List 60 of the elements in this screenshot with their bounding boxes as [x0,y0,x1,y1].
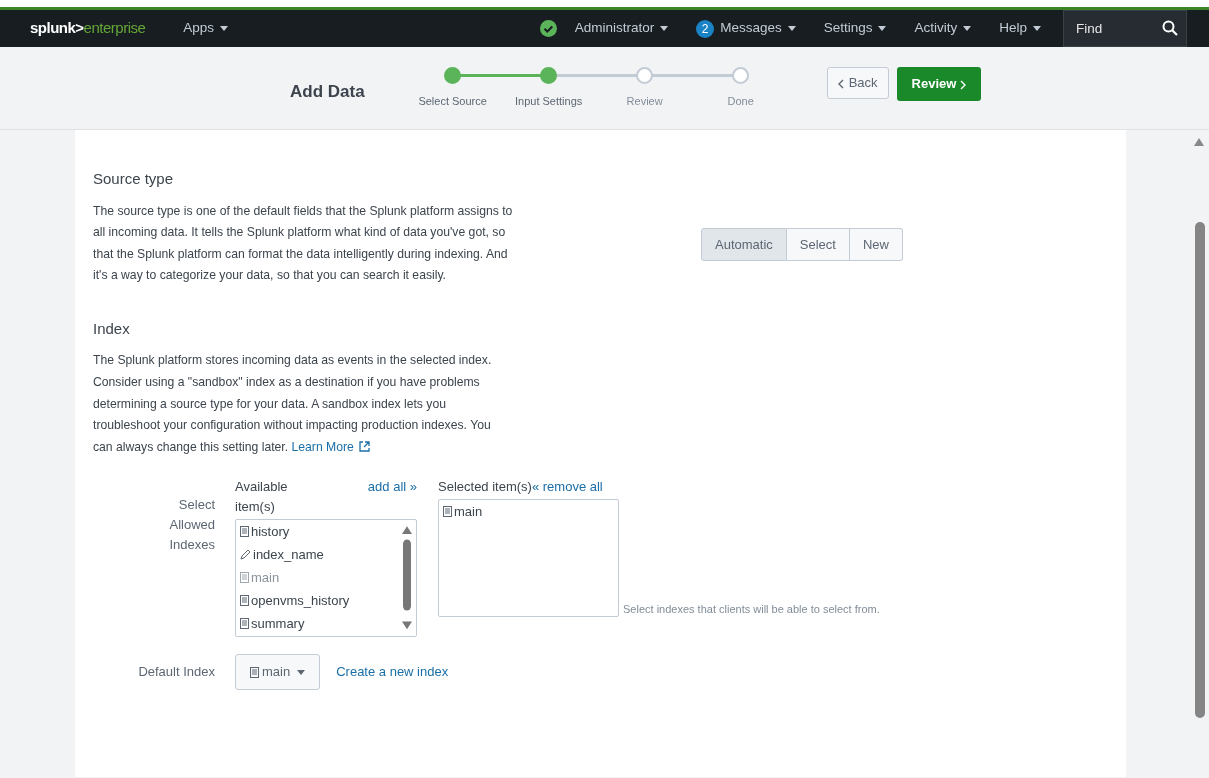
step-label: Done [727,94,754,109]
nav-menu[interactable]: 2 Messages [682,18,810,39]
step-label: Input Settings [515,94,583,109]
section-heading: Index [93,318,131,339]
review-button[interactable]: Review [896,67,982,101]
nav-menu[interactable]: Administrator [525,18,683,39]
list-item[interactable]: index_name [236,543,416,567]
field-label: Default Index [137,663,216,682]
remove-all-link[interactable]: « remove all [531,477,603,497]
caret-icon [878,26,887,31]
page-title: Add Data [290,81,365,103]
chevron-left-icon [837,78,844,89]
nav-menu[interactable]: Settings [809,18,901,39]
pencil-icon [240,549,251,561]
count-badge: 2 [696,19,715,38]
scroll-up-icon[interactable] [1194,138,1204,146]
column-heading: Selected item(s) [438,478,532,497]
back-button[interactable]: Back [826,67,889,99]
description-text: The Splunk platform stores incoming data as events in the selected index. Consider using a "sandbox" index as a destination if you have problems determining a source type for your data. A sandbox index lets you troubleshoot your configuration without impacting production indexes. You can always change this setting later. Learn More [93,352,493,456]
caret-icon [1033,26,1041,31]
list-item[interactable]: openvms_history [236,589,416,613]
caret-icon [220,26,229,31]
check-circle-icon [539,20,557,37]
section-heading: Source type [93,169,175,189]
caret-icon [297,669,306,675]
nav-menu[interactable]: Help [985,18,1055,39]
step-label: Review [626,94,663,109]
add-all-link[interactable]: add all » [367,477,417,497]
caret-icon [660,26,669,31]
list-item[interactable]: summary [236,612,416,636]
chevron-right-icon [960,79,967,90]
help-text: Select indexes that clients will be able to select from. [623,602,880,618]
index-dropdown[interactable]: main [235,654,321,690]
search-icon[interactable] [1162,20,1178,36]
index-icon [443,505,452,517]
list-item[interactable]: main [439,499,618,523]
create-index-link[interactable]: Create a new index [336,662,449,682]
nav-menu[interactable]: Activity [900,18,986,39]
logo[interactable]: splunk>enterprise [30,17,146,40]
external-link-icon [358,440,370,452]
scroll-thumb[interactable] [1195,222,1205,718]
segment-button[interactable]: New [849,227,903,261]
caret-icon [963,26,972,31]
index-icon [240,572,249,584]
nav-menu[interactable]: Apps [169,18,243,39]
segment-button[interactable]: Automatic [701,227,787,261]
caret-icon [787,26,796,31]
list-item[interactable]: history [236,520,416,544]
field-label: Select Allowed Indexes [168,496,216,555]
step-label: Select Source [418,94,487,109]
description-text: The source type is one of the default fields that the Splunk platform assigns to all incoming data. It tells the Splunk platform what kind of data you've got, so that the Splunk platform can format the data intelligently during indexing. And it's a way to categorize your data, so that you can search it easily. [93,202,513,285]
index-icon [240,618,249,630]
learn-more-link[interactable]: Learn More [291,439,370,454]
column-heading: Available item(s) [235,478,289,517]
segment-button[interactable]: Select [786,227,850,261]
index-icon [240,526,249,538]
index-icon [240,595,249,607]
search-field[interactable]: Find [1063,10,1187,47]
selected-list[interactable]: main [438,498,619,617]
index-icon [250,666,259,678]
